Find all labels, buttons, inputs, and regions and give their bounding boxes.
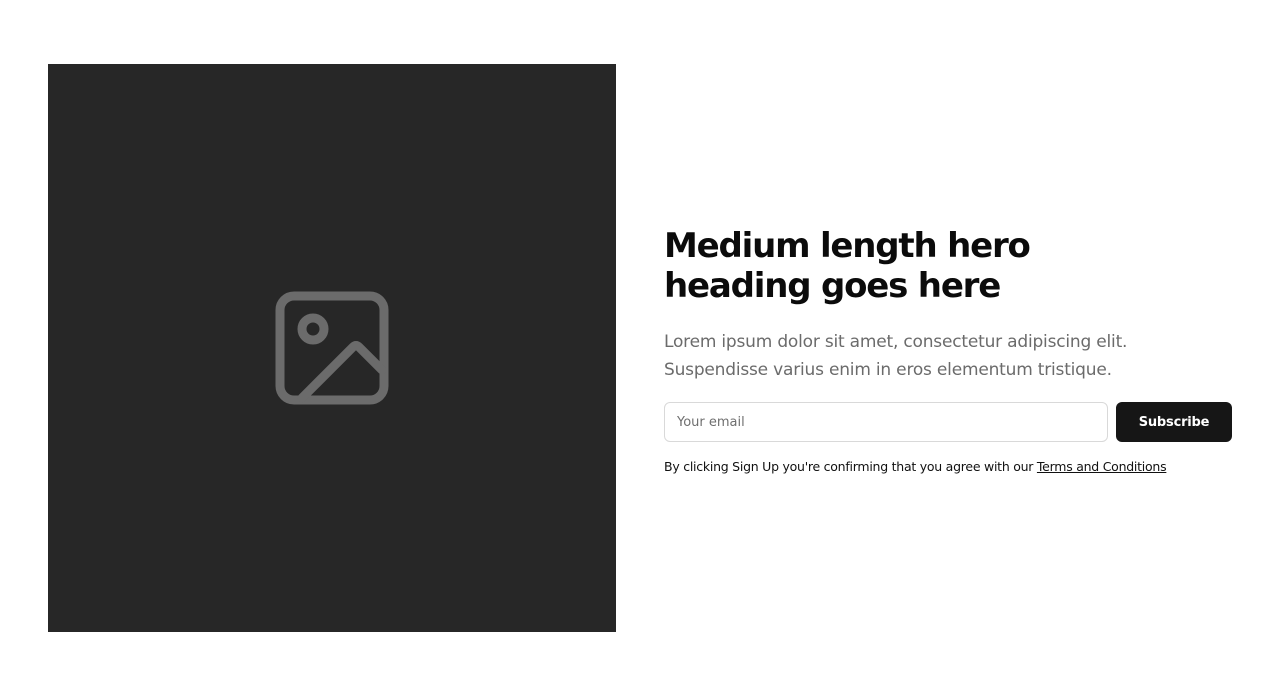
- disclaimer-text: By clicking Sign Up you're confirming th…: [664, 459, 1037, 474]
- hero-content: Medium length hero heading goes here Lor…: [664, 226, 1234, 475]
- hero-heading: Medium length hero heading goes here: [664, 226, 1031, 306]
- hero-image-placeholder: [48, 64, 616, 632]
- terms-link[interactable]: Terms and Conditions: [1037, 459, 1167, 474]
- subscribe-button[interactable]: Subscribe: [1116, 402, 1232, 442]
- hero-section: Medium length hero heading goes here Lor…: [0, 0, 1280, 696]
- hero-description: Lorem ipsum dolor sit amet, consectetur …: [664, 332, 1128, 380]
- email-input[interactable]: [664, 402, 1108, 442]
- signup-form: Subscribe: [664, 402, 1232, 442]
- image-icon: [275, 291, 389, 405]
- signup-disclaimer: By clicking Sign Up you're confirming th…: [664, 459, 1234, 475]
